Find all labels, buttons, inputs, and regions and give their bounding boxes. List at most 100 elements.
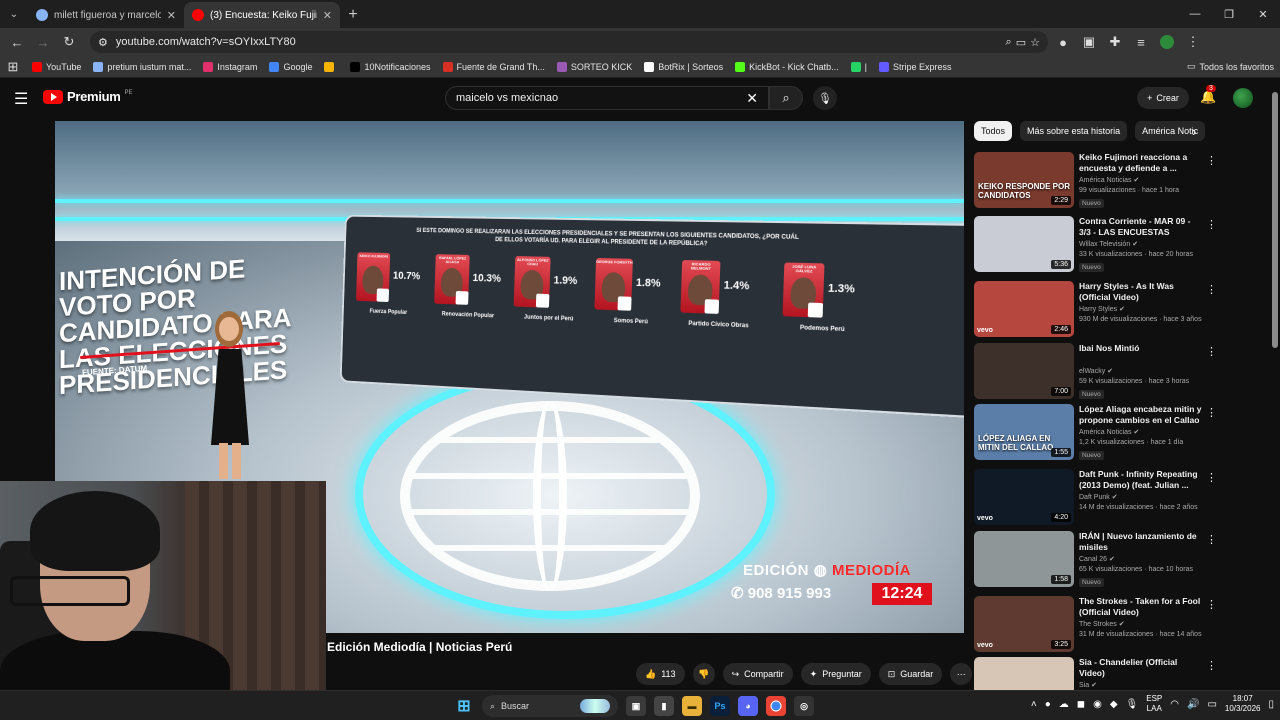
channel-name[interactable]: América Noticias ✔ xyxy=(1079,428,1139,436)
language-indicator[interactable]: ESP LAA xyxy=(1146,694,1162,714)
extensions-puzzle-icon[interactable]: ✚ xyxy=(1104,31,1126,53)
bookmark-item[interactable] xyxy=(324,61,338,72)
back-icon[interactable]: ← xyxy=(6,31,28,53)
close-window-icon[interactable]: ✕ xyxy=(1246,0,1280,28)
recommended-title[interactable]: IRÁN | Nuevo lanzamiento de misiles xyxy=(1079,531,1204,553)
taskbar-search[interactable]: ⌕ Buscar xyxy=(482,695,618,717)
video-thumbnail[interactable]: 1:58 xyxy=(974,531,1074,587)
profile-icon[interactable] xyxy=(1156,31,1178,53)
bookmark-item[interactable]: SORTEO KICK xyxy=(556,61,632,72)
bookmark-item[interactable]: KickBot - Kick Chatb... xyxy=(735,61,839,72)
tray-app-icon[interactable]: ☁ xyxy=(1059,699,1069,710)
video-thumbnail[interactable]: KEIKO RESPONDE POR CANDIDATOS 2:29 xyxy=(974,152,1074,208)
guide-menu-icon[interactable]: ☰ xyxy=(14,89,28,109)
chrome-icon[interactable] xyxy=(766,696,786,716)
recommended-video[interactable]: vevo 2:46 Harry Styles - As It Was (Offici… xyxy=(974,281,1224,339)
tray-app-icon[interactable]: 🎙 xyxy=(1126,699,1139,710)
ask-button[interactable]: ✦ Preguntar xyxy=(800,663,871,685)
voice-search-button[interactable]: 🎙 xyxy=(813,86,837,110)
minimize-icon[interactable]: — xyxy=(1178,0,1212,28)
more-options-icon[interactable]: ⋮ xyxy=(1206,283,1217,296)
bookmark-item[interactable]: Stripe Express xyxy=(879,61,952,72)
channel-name[interactable]: Canal 26 ✔ xyxy=(1079,555,1115,563)
cast-icon[interactable]: ▭ xyxy=(1016,36,1026,49)
address-bar[interactable]: ⚙ youtube.com/watch?v=sOYIxxLTY80 ⌕ ▭ ☆ xyxy=(90,31,1048,53)
more-options-icon[interactable]: ⋮ xyxy=(1206,598,1217,611)
channel-name[interactable]: Harry Styles ✔ xyxy=(1079,305,1125,313)
app-icon[interactable]: ◎ xyxy=(794,696,814,716)
video-thumbnail[interactable]: 5:36 xyxy=(974,216,1074,272)
video-thumbnail[interactable]: 7:00 xyxy=(974,343,1074,399)
browser-tab-2[interactable]: (3) Encuesta: Keiko Fujimori lide ✕ xyxy=(184,2,340,28)
share-button[interactable]: ↪ Compartir xyxy=(722,663,793,685)
tray-app-icon[interactable]: ◼ xyxy=(1077,699,1085,710)
browser-tab-1[interactable]: milett figueroa y marcelo tinelli ✕ xyxy=(28,2,184,28)
recommended-video[interactable]: vevo 4:20 Daft Punk - Infinity Repeating (… xyxy=(974,469,1224,527)
chip-story[interactable]: Más sobre esta historia xyxy=(1020,121,1128,141)
extension-icon[interactable]: ● xyxy=(1052,31,1074,53)
bookmark-item[interactable]: Instagram xyxy=(203,61,257,72)
more-options-icon[interactable]: ⋮ xyxy=(1206,471,1217,484)
bookmark-item[interactable]: Fuente de Grand Th... xyxy=(442,61,545,72)
tray-chevron-icon[interactable]: ˄ xyxy=(1031,699,1037,710)
recommended-video[interactable]: 5:36 Contra Corriente - MAR 09 - 3/3 - LA… xyxy=(974,216,1224,274)
bookmark-item[interactable]: | xyxy=(850,61,867,72)
forward-icon[interactable]: → xyxy=(32,31,54,53)
more-options-icon[interactable]: ⋮ xyxy=(1206,533,1217,546)
close-tab-icon[interactable]: ✕ xyxy=(323,9,332,22)
bookmark-item[interactable]: Google xyxy=(269,61,312,72)
recommended-title[interactable]: Harry Styles - As It Was (Official Video… xyxy=(1079,281,1204,303)
bookmark-item[interactable]: YouTube xyxy=(32,61,81,72)
bookmark-item[interactable]: BotRix | Sorteos xyxy=(644,61,723,72)
clear-search-icon[interactable]: ✕ xyxy=(746,90,758,107)
reading-list-icon[interactable]: ≡ xyxy=(1130,31,1152,53)
recommended-title[interactable]: López Aliaga encabeza mitin y propone ca… xyxy=(1079,404,1204,428)
more-options-icon[interactable]: ⋮ xyxy=(1206,154,1217,167)
clock-date[interactable]: 18:07 10/3/2026 xyxy=(1225,694,1261,714)
reload-icon[interactable]: ↻ xyxy=(58,31,80,53)
recommended-video[interactable]: LÓPEZ ALIAGA EN MITIN DEL CALLAO 1:55 Lópe… xyxy=(974,404,1224,462)
all-bookmarks-button[interactable]: ▭ Todos los favoritos xyxy=(1187,61,1274,72)
tray-app-icon[interactable]: ◆ xyxy=(1110,699,1118,710)
more-options-icon[interactable]: ⋮ xyxy=(1206,218,1217,231)
close-tab-icon[interactable]: ✕ xyxy=(167,9,176,22)
video-thumbnail[interactable]: vevo 3:25 xyxy=(974,596,1074,652)
menu-kebab-icon[interactable]: ⋮ xyxy=(1182,31,1204,53)
notifications-button[interactable]: 🔔 3 xyxy=(1200,85,1216,105)
tab-search-button[interactable]: ⌄ xyxy=(0,0,28,28)
channel-name[interactable]: Sia ✔ xyxy=(1079,681,1097,689)
tray-app-icon[interactable]: ◉ xyxy=(1093,699,1102,710)
apps-grid-icon[interactable]: ⊞ xyxy=(6,56,20,78)
bookmark-item[interactable]: 10Notificaciones xyxy=(350,61,431,72)
photoshop-icon[interactable]: Ps xyxy=(710,696,730,716)
maximize-icon[interactable]: ❐ xyxy=(1212,0,1246,28)
recommended-title[interactable]: Keiko Fujimori reacciona a encuesta y de… xyxy=(1079,152,1204,174)
recommended-video[interactable]: 7:00 Ibai Nos Mintió elWacky ✔ 59 K visuali… xyxy=(974,343,1224,401)
youtube-premium-logo[interactable]: Premium PE xyxy=(43,89,133,104)
search-input[interactable]: maicelo vs mexicnao ✕ xyxy=(445,86,769,110)
zoom-icon[interactable]: ⌕ xyxy=(1006,36,1012,49)
volume-icon[interactable]: 🔊 xyxy=(1187,699,1199,710)
more-actions-button[interactable]: ⋯ xyxy=(950,663,973,685)
search-button[interactable]: ⌕ xyxy=(769,86,803,110)
create-button[interactable]: + Crear xyxy=(1137,87,1189,109)
recommended-title[interactable]: The Strokes - Taken for a Fool (Official… xyxy=(1079,596,1204,618)
wifi-icon[interactable]: ◠ xyxy=(1170,699,1179,710)
video-thumbnail[interactable]: vevo 2:46 xyxy=(974,281,1074,337)
site-info-icon[interactable]: ⚙ xyxy=(98,36,108,49)
like-button[interactable]: 👍 113 xyxy=(636,663,685,685)
recommended-title[interactable]: Daft Punk - Infinity Repeating (2013 Dem… xyxy=(1079,469,1204,491)
windows-start-icon[interactable]: ⊞ xyxy=(454,696,474,716)
bookmark-item[interactable]: pretium iustum mat... xyxy=(93,61,191,72)
save-button[interactable]: ⊡ Guardar xyxy=(878,663,943,685)
bookmark-star-icon[interactable]: ☆ xyxy=(1030,36,1040,49)
recommended-title[interactable]: Ibai Nos Mintió xyxy=(1079,343,1204,354)
battery-icon[interactable]: ▭ xyxy=(1207,699,1216,710)
more-options-icon[interactable]: ⋮ xyxy=(1206,345,1217,358)
file-explorer-icon[interactable]: ▬ xyxy=(682,696,702,716)
channel-name[interactable]: elWacky ✔ xyxy=(1079,367,1113,375)
scrollbar[interactable] xyxy=(1272,92,1278,348)
recommended-video[interactable]: 1:58 IRÁN | Nuevo lanzamiento de misiles C… xyxy=(974,531,1224,589)
tray-app-icon[interactable]: ● xyxy=(1045,699,1051,710)
recommended-title[interactable]: Contra Corriente - MAR 09 - 3/3 - LAS EN… xyxy=(1079,216,1204,240)
